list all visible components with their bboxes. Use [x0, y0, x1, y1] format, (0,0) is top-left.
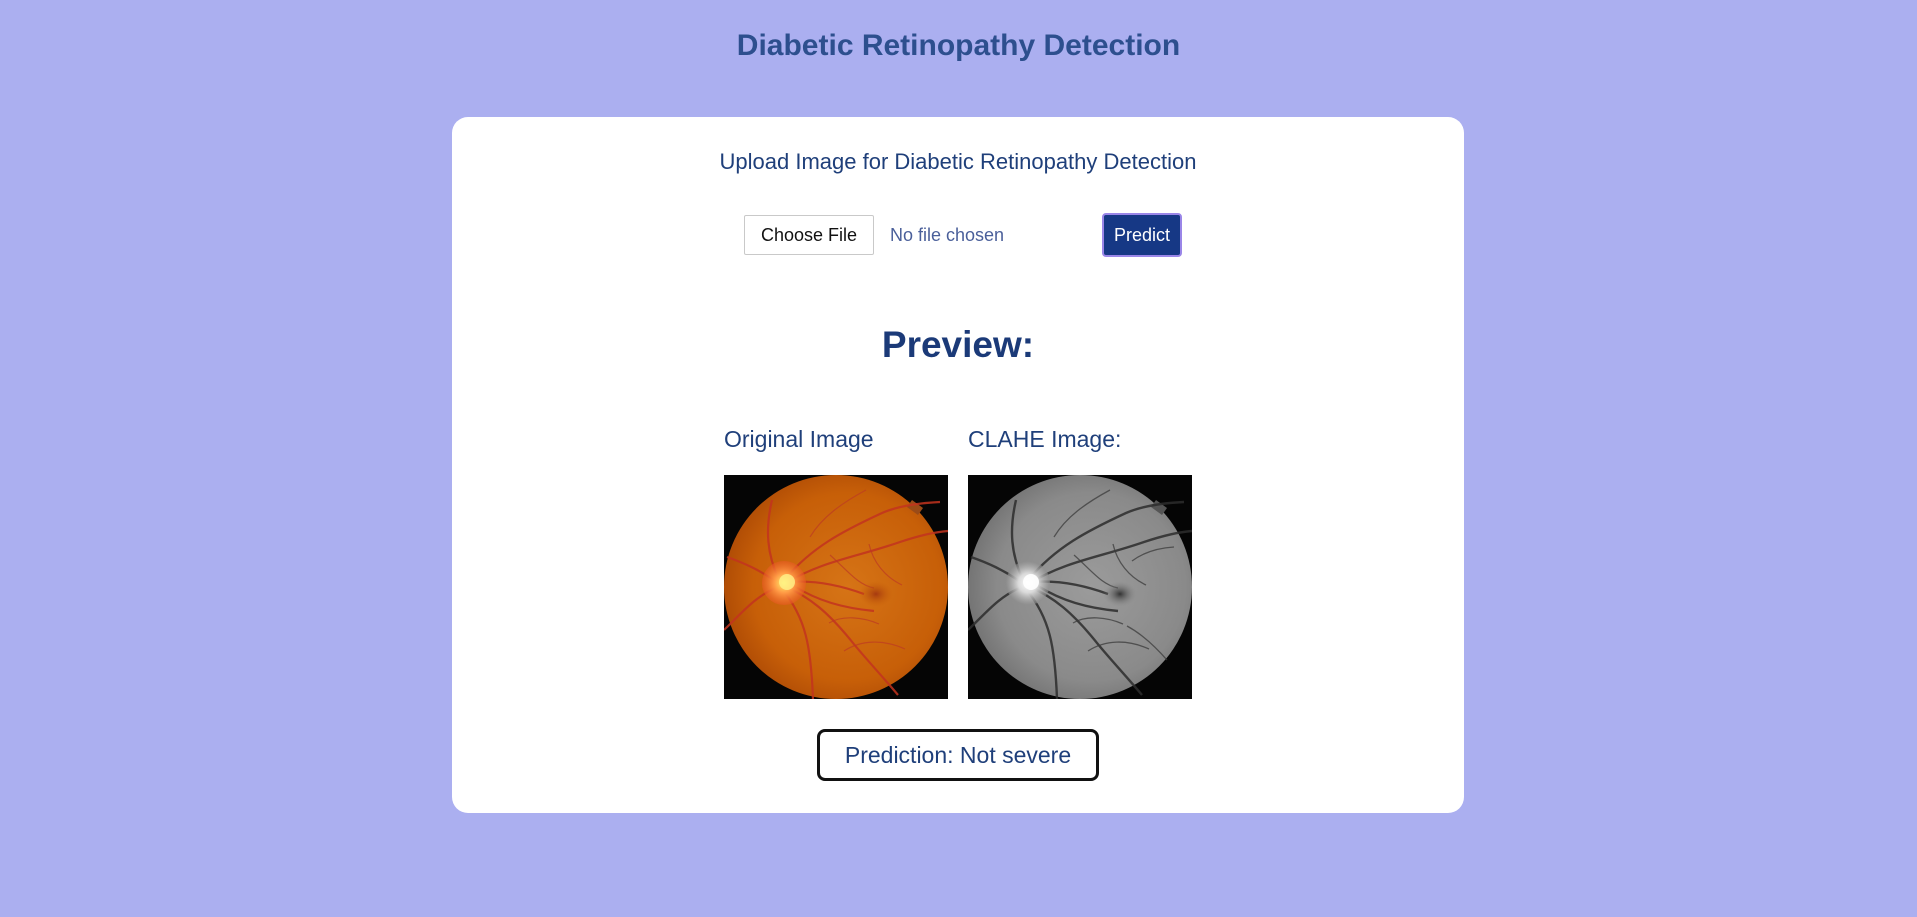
original-retina-image: [724, 475, 948, 699]
upload-heading: Upload Image for Diabetic Retinopathy De…: [719, 149, 1197, 174]
original-retina-illustration: [724, 475, 948, 699]
choose-file-button[interactable]: Choose File: [744, 215, 874, 255]
original-image-label: Original Image: [724, 426, 874, 452]
file-input[interactable]: Choose File No file chosen: [744, 215, 1102, 255]
upload-card: Upload Image for Diabetic Retinopathy De…: [452, 117, 1464, 813]
predict-button[interactable]: Predict: [1102, 213, 1182, 257]
clahe-retina-image: [968, 475, 1192, 699]
prediction-result: Prediction: Not severe: [817, 729, 1099, 781]
file-status: No file chosen: [890, 224, 1005, 245]
clahe-retina-illustration: [968, 475, 1192, 699]
clahe-image-label: CLAHE Image:: [968, 426, 1122, 452]
preview-heading: Preview:: [881, 324, 1035, 365]
page-title: Diabetic Retinopathy Detection: [736, 29, 1181, 62]
